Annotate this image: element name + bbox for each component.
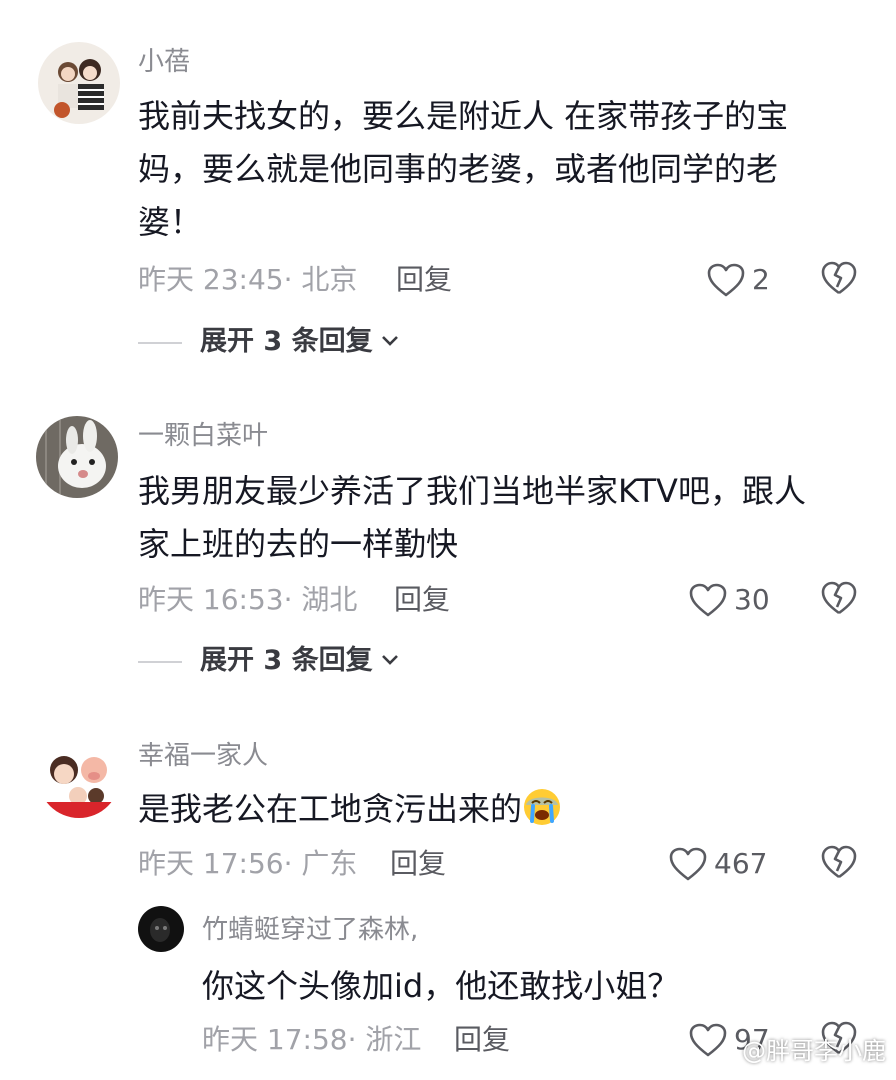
like-button[interactable]: 2 (706, 260, 770, 300)
reply-text: 你这个头像加id，他还敢找小姐？ (202, 967, 680, 1005)
dislike-button[interactable] (820, 260, 858, 300)
watermark: @胖哥李小鹿 (742, 1037, 886, 1065)
heart-icon (669, 847, 707, 881)
reply-button[interactable]: 回复 (396, 260, 452, 300)
expand-replies-label: 展开 3 条回复 (200, 645, 373, 676)
crying-face-icon (524, 789, 561, 825)
expand-replies-button[interactable]: 展开 3 条回复 (138, 322, 438, 362)
dislike-button[interactable] (820, 580, 858, 620)
avatar[interactable] (38, 42, 120, 124)
comment-text: 是我老公在工地贪污出来的 (138, 783, 828, 836)
avatar[interactable] (36, 416, 118, 498)
divider (138, 661, 182, 663)
like-count: 30 (734, 583, 770, 616)
comment-meta: 昨天 16:53· 湖北 回复 30 (0, 580, 896, 620)
heart-icon (707, 263, 745, 297)
comment-meta: 昨天 17:56· 广东 回复 467 (0, 844, 896, 884)
like-button[interactable]: 30 (688, 580, 770, 620)
expand-replies-label: 展开 3 条回复 (200, 326, 373, 357)
broken-heart-icon (821, 581, 857, 615)
chevron-down-icon (382, 336, 398, 346)
avatar[interactable] (38, 736, 120, 818)
reply-button[interactable]: 回复 (394, 580, 450, 620)
like-button[interactable]: 467 (668, 844, 767, 884)
comment-username[interactable]: 一颗白菜叶 (138, 420, 268, 452)
avatar[interactable] (138, 906, 184, 952)
like-count: 2 (752, 263, 770, 296)
comment-time: 昨天 23:45· 北京 (138, 263, 358, 296)
comment-username[interactable]: 小蓓 (138, 46, 190, 78)
dislike-button[interactable] (820, 844, 858, 884)
reply-username[interactable]: 竹蜻蜓穿过了森林, (202, 914, 418, 946)
expand-replies-button[interactable]: 展开 3 条回复 (138, 641, 438, 681)
comment-text: 我男朋友最少养活了我们当地半家KTV吧，跟人家上班的去的一样勤快 (138, 472, 806, 563)
reply-button[interactable]: 回复 (454, 1020, 510, 1060)
reply-button[interactable]: 回复 (390, 844, 446, 884)
chevron-down-icon (382, 655, 398, 665)
broken-heart-icon (821, 261, 857, 295)
reply-time: 昨天 17:58· 浙江 (202, 1023, 422, 1056)
heart-icon (689, 1023, 727, 1057)
comment-time: 昨天 17:56· 广东 (138, 847, 358, 880)
broken-heart-icon (821, 845, 857, 879)
divider (138, 342, 182, 344)
comment-text: 我前夫找女的，要么是附近人 在家带孩子的宝妈，要么就是他同事的老婆，或者他同学的… (138, 97, 789, 241)
heart-icon (689, 583, 727, 617)
comment-time: 昨天 16:53· 湖北 (138, 583, 358, 616)
like-count: 467 (714, 847, 768, 880)
comment-meta: 昨天 23:45· 北京 回复 2 (0, 260, 896, 300)
comment-text-body: 是我老公在工地贪污出来的 (138, 790, 523, 828)
comment-username[interactable]: 幸福一家人 (138, 740, 268, 772)
